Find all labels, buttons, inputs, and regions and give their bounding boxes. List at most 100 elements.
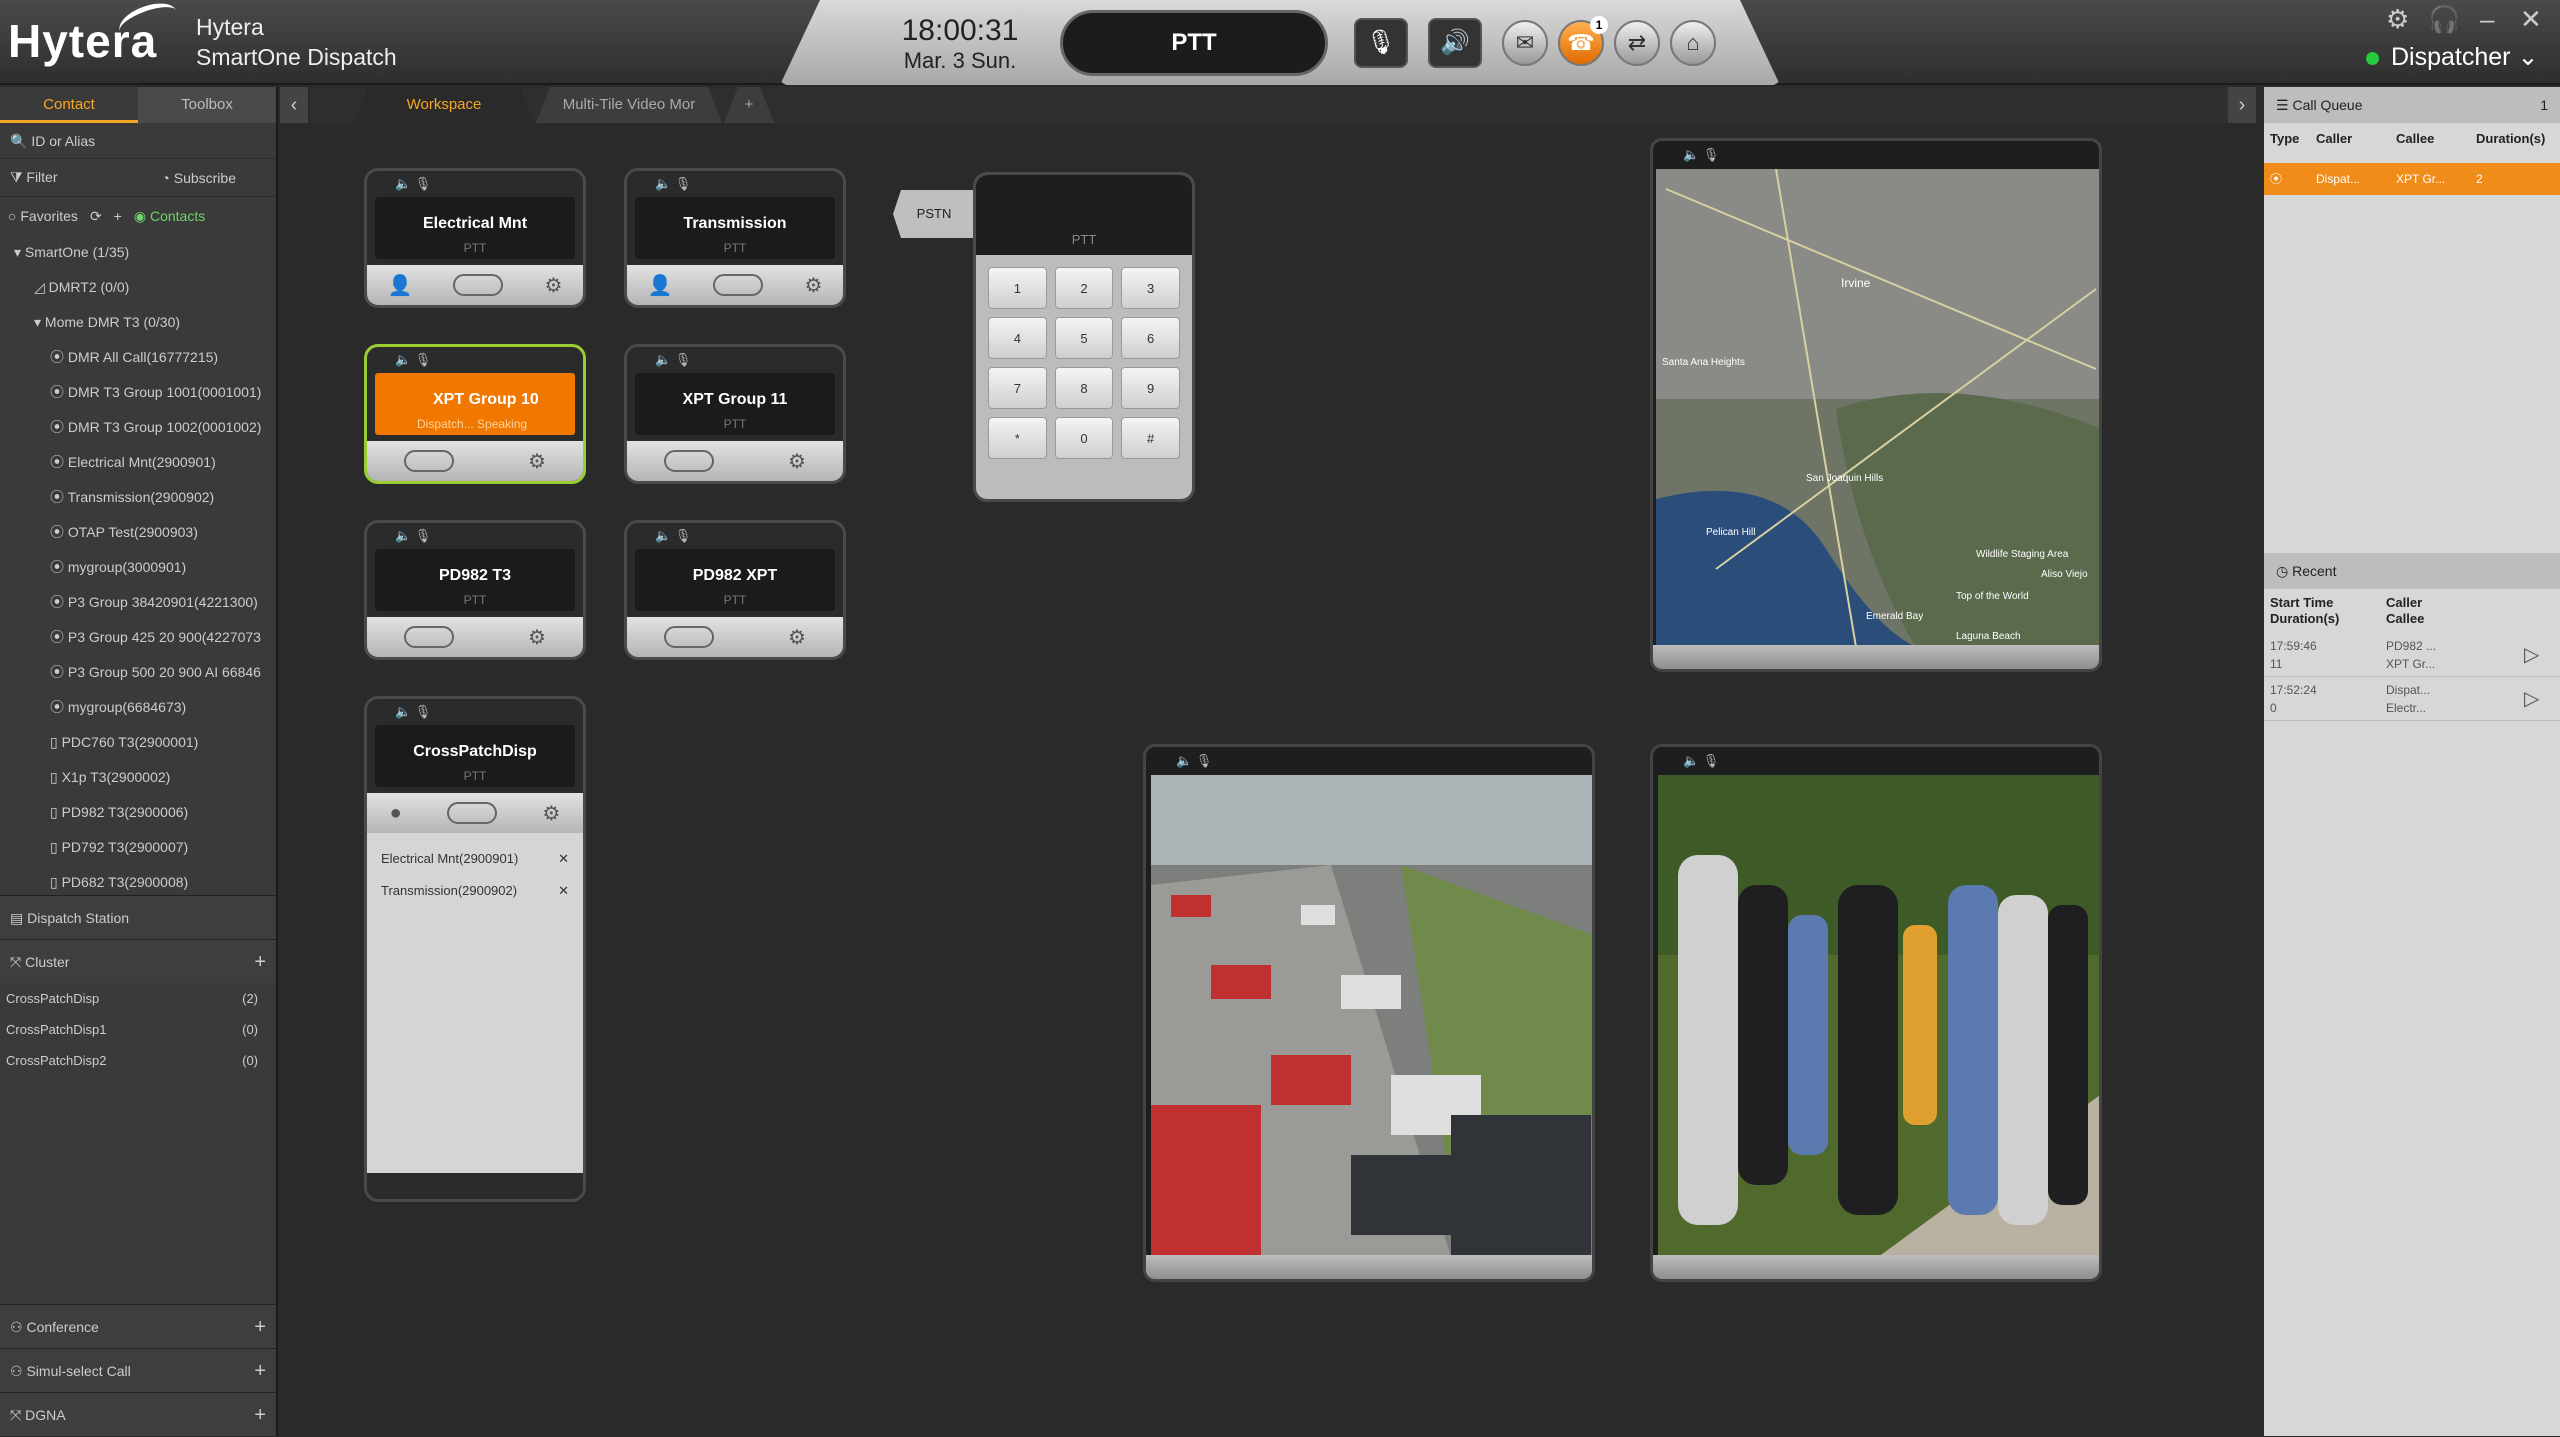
tab-toolbox[interactable]: Toolbox (138, 87, 276, 123)
speaker-icon[interactable]: 🔊 (1428, 18, 1482, 68)
dgna-section[interactable]: ⤧ DGNA + (0, 1392, 276, 1436)
tree-node[interactable]: ◿ DMRT2 (0/0) (0, 270, 276, 305)
video-tile-traffic[interactable]: 🔈 🎙 (1143, 744, 1595, 1282)
user-icon[interactable]: 👤 (388, 273, 413, 298)
tree-node[interactable]: ▯ PD792 T3(2900007) (0, 830, 276, 865)
contact-tile[interactable]: 🔈 🎙 XPT Group 11 PTT ⚙ (624, 344, 846, 484)
user-icon[interactable]: ● (390, 802, 402, 825)
call-toggle[interactable] (404, 626, 455, 648)
refresh-icon[interactable]: ⟳ (90, 208, 102, 225)
tree-node[interactable]: ⦿ DMR T3 Group 1001(0001001) (0, 375, 276, 410)
map-tile[interactable]: 🔈 🎙 Irvine Santa Ana Heights San Joaquin… (1650, 138, 2102, 672)
minimize-button[interactable]: – (2480, 4, 2494, 35)
tab-multi-tile-video[interactable]: Multi-Tile Video Mor (536, 87, 722, 123)
tree-node[interactable]: ⦿ DMR All Call(16777215) (0, 340, 276, 375)
call-toggle[interactable] (404, 450, 455, 472)
video-tile-crowd[interactable]: 🔈 🎙 (1650, 744, 2102, 1282)
simul-select-section[interactable]: ⚇ Simul-select Call + (0, 1348, 276, 1392)
add-conference-icon[interactable]: + (254, 1305, 266, 1349)
tab-workspace[interactable]: Workspace (354, 87, 534, 123)
call-icon[interactable]: ☎ 1 (1558, 16, 1608, 66)
contacts-radio[interactable]: ◉ Contacts (134, 208, 205, 225)
call-toggle[interactable] (713, 274, 764, 296)
subscribe-button[interactable]: ◔ Subscribe (161, 170, 236, 186)
dial-key[interactable]: # (1121, 417, 1180, 459)
tab-contact[interactable]: Contact (0, 87, 138, 123)
list-item[interactable]: Electrical Mnt(2900901) ✕ (367, 843, 583, 875)
contact-tile[interactable]: 🔈 🎙 PD982 T3 PTT ⚙ (364, 520, 586, 660)
play-icon[interactable]: ▷ (2524, 637, 2554, 673)
crosspatch-tile[interactable]: 🔈 🎙 CrossPatchDisp PTT ● ⚙ Electrical Mnt… (364, 696, 586, 1202)
tree-node[interactable]: ⦿ Transmission(2900902) (0, 480, 276, 515)
expand-right-button[interactable]: › (2228, 87, 2256, 123)
add-icon[interactable]: + (114, 208, 122, 224)
dial-key[interactable]: 0 (1054, 417, 1114, 459)
favorites-radio[interactable]: ○ Favorites (8, 208, 78, 224)
tree-node[interactable]: ⦿ DMR T3 Group 1002(0001002) (0, 410, 276, 445)
close-button[interactable]: ✕ (2520, 4, 2542, 35)
conference-section[interactable]: ⚇ Conference + (0, 1304, 276, 1348)
tree-node[interactable]: ▾ SmartOne (1/35) (0, 235, 276, 270)
tree-node[interactable]: ⦿ OTAP Test(2900903) (0, 515, 276, 550)
tree-node[interactable]: ⦿ P3 Group 38420901(4221300) (0, 585, 276, 620)
user-icon[interactable]: 👤 (648, 273, 673, 298)
list-item[interactable]: CrossPatchDisp (2) (0, 983, 276, 1014)
settings-gear-icon[interactable]: ⚙ (528, 625, 546, 650)
dial-key[interactable]: 6 (1121, 317, 1180, 359)
microphone-icon[interactable]: 🎙 (1354, 18, 1408, 68)
call-toggle[interactable] (447, 802, 498, 824)
dial-key[interactable]: 1 (988, 267, 1047, 309)
add-dgna-icon[interactable]: + (254, 1393, 266, 1437)
dial-key[interactable]: 7 (988, 367, 1047, 409)
tree-node[interactable]: ▾ Mome DMR T3 (0/30) (0, 305, 276, 340)
dial-key[interactable]: 9 (1121, 367, 1180, 409)
dial-key[interactable]: 3 (1121, 267, 1180, 309)
dial-key[interactable]: 2 (1054, 267, 1114, 309)
ptt-button[interactable]: PTT (1060, 10, 1328, 76)
user-menu[interactable]: Dispatcher ⌄ (2366, 42, 2538, 72)
dial-key[interactable]: 4 (988, 317, 1047, 359)
tree-node[interactable]: ⦿ P3 Group 500 20 900 AI 66846 (0, 655, 276, 690)
contact-tile[interactable]: 🔈 🎙 Electrical Mnt PTT 👤 ⚙ (364, 168, 586, 308)
play-icon[interactable]: ▷ (2524, 681, 2554, 717)
contact-tile-active[interactable]: 🔈 🎙 XPT Group 10 Dispatch... Speaking ⚙ (364, 344, 586, 484)
contact-tile[interactable]: 🔈 🎙 Transmission PTT 👤 ⚙ (624, 168, 846, 308)
status-icon-1[interactable]: ⚙ (2386, 4, 2409, 35)
call-toggle[interactable] (664, 626, 715, 648)
add-tab-button[interactable]: + (724, 87, 774, 123)
list-item[interactable]: Transmission(2900902) ✕ (367, 875, 583, 907)
tree-node[interactable]: ▯ PD682 T3(2900008) (0, 865, 276, 895)
dial-key[interactable]: * (988, 417, 1047, 459)
satellite-map[interactable]: Irvine Santa Ana Heights San Joaquin Hil… (1656, 169, 2102, 647)
remove-icon[interactable]: ✕ (558, 843, 569, 875)
status-icon-2[interactable]: 🎧 (2428, 4, 2460, 35)
tree-node[interactable]: ⦿ Electrical Mnt(2900901) (0, 445, 276, 480)
settings-gear-icon[interactable]: ⚙ (545, 273, 563, 298)
tree-node[interactable]: ⦿ mygroup(6684673) (0, 690, 276, 725)
video-feed[interactable] (1658, 775, 2100, 1257)
dial-key[interactable]: 8 (1054, 367, 1114, 409)
remove-icon[interactable]: ✕ (558, 875, 569, 907)
contact-tile[interactable]: 🔈 🎙 PD982 XPT PTT ⚙ (624, 520, 846, 660)
settings-gear-icon[interactable]: ⚙ (805, 273, 823, 298)
list-item[interactable]: CrossPatchDisp1 (0) (0, 1014, 276, 1045)
collapse-left-button[interactable]: ‹ (280, 87, 308, 123)
settings-gear-icon[interactable]: ⚙ (788, 625, 806, 650)
call-toggle[interactable] (453, 274, 504, 296)
transfer-icon[interactable]: ⇄ (1614, 20, 1660, 66)
settings-gear-icon[interactable]: ⚙ (542, 801, 560, 826)
video-feed[interactable] (1151, 775, 1593, 1257)
table-row[interactable]: 17:59:46 11 PD982 ... XPT Gr... ▷ (2264, 633, 2560, 677)
tree-node[interactable]: ▯ PDC760 T3(2900001) (0, 725, 276, 760)
table-row[interactable]: ⦿ Dispat... XPT Gr... 2 (2264, 163, 2560, 195)
dial-key[interactable]: 5 (1054, 317, 1114, 359)
settings-gear-icon[interactable]: ⚙ (788, 449, 806, 474)
add-cluster-icon[interactable]: + (254, 940, 266, 984)
dispatch-station-section[interactable]: ▤ Dispatch Station (0, 895, 276, 939)
settings-gear-icon[interactable]: ⚙ (528, 449, 546, 474)
table-row[interactable]: 17:52:24 0 Dispat... Electr... ▷ (2264, 677, 2560, 721)
home-icon[interactable]: ⌂ (1670, 20, 1716, 66)
add-simul-icon[interactable]: + (254, 1349, 266, 1393)
tree-node[interactable]: ▯ X1p T3(2900002) (0, 760, 276, 795)
call-toggle[interactable] (664, 450, 715, 472)
